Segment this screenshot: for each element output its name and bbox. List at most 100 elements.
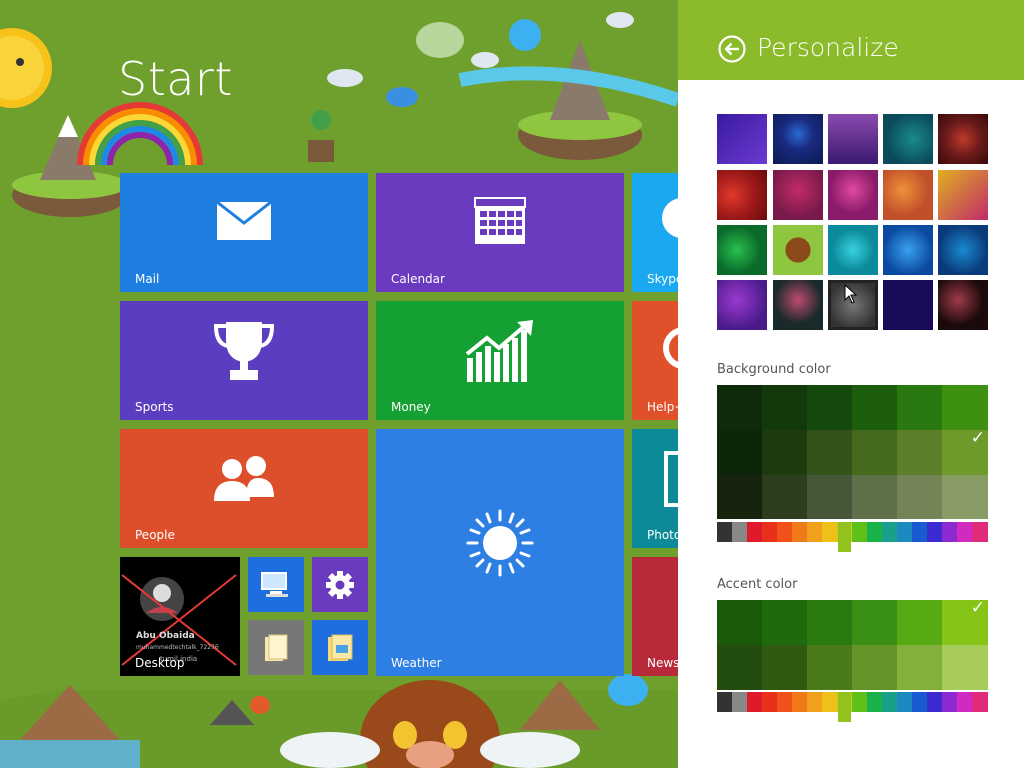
desktop-user-name: Abu Obaida bbox=[136, 631, 195, 641]
tile-label-news: News bbox=[647, 656, 678, 670]
tile-people[interactable]: People bbox=[120, 429, 368, 548]
color-swatch-selected[interactable]: ✓ bbox=[942, 598, 988, 645]
back-arrow-icon[interactable] bbox=[718, 35, 746, 63]
color-swatch[interactable] bbox=[807, 475, 853, 519]
pattern-thumbnail[interactable] bbox=[938, 114, 988, 164]
pattern-thumbnail[interactable] bbox=[828, 114, 878, 164]
color-swatch[interactable] bbox=[717, 645, 763, 690]
color-swatch[interactable] bbox=[762, 475, 808, 519]
sun-icon bbox=[466, 509, 534, 576]
color-swatch[interactable] bbox=[942, 385, 988, 430]
color-swatch[interactable] bbox=[762, 600, 808, 645]
color-swatch[interactable] bbox=[807, 600, 853, 645]
tile-settings[interactable] bbox=[312, 557, 368, 612]
tile-label-sports: Sports bbox=[135, 400, 174, 414]
tile-label-skype: Skype bbox=[647, 272, 678, 286]
color-swatch[interactable] bbox=[762, 385, 808, 430]
color-swatch[interactable] bbox=[897, 475, 943, 519]
photo-icon bbox=[664, 451, 678, 507]
color-swatch[interactable] bbox=[807, 645, 853, 690]
tile-label-money: Money bbox=[391, 400, 431, 414]
accent-hue-slider[interactable] bbox=[717, 692, 988, 712]
panel-header: Personalize bbox=[678, 0, 1024, 80]
desktop-user-subtitle: muhammedtechtalk_72276 bbox=[136, 644, 219, 651]
pattern-thumbnail[interactable] bbox=[883, 225, 933, 275]
tile-photos[interactable]: Photos bbox=[632, 429, 678, 548]
tile-label-weather: Weather bbox=[391, 656, 442, 670]
tile-label-photos: Photos bbox=[647, 528, 678, 542]
tile-skype[interactable]: Skype bbox=[632, 173, 678, 292]
color-swatch-selected[interactable]: ✓ bbox=[942, 428, 988, 475]
tile-documents[interactable] bbox=[248, 620, 304, 675]
color-swatch[interactable] bbox=[717, 385, 763, 430]
accent-color-label: Accent color bbox=[717, 577, 798, 592]
pattern-thumbnail[interactable] bbox=[883, 280, 933, 330]
people-icon bbox=[214, 455, 274, 501]
background-hue-slider[interactable] bbox=[717, 522, 988, 542]
color-swatch[interactable] bbox=[807, 385, 853, 430]
start-screen: Start Mail Calendar Skype bbox=[0, 0, 678, 768]
pattern-thumbnail[interactable] bbox=[773, 170, 823, 220]
color-swatch[interactable] bbox=[717, 600, 763, 645]
tile-label-desktop: Desktop bbox=[135, 656, 185, 670]
tile-help[interactable]: Help+ bbox=[632, 301, 678, 420]
tile-desktop[interactable]: Abu Obaida muhammedtechtalk_72276 tumil … bbox=[120, 557, 240, 676]
tile-mail[interactable]: Mail bbox=[120, 173, 368, 292]
tile-news[interactable]: News bbox=[632, 557, 678, 676]
pattern-thumbnail[interactable] bbox=[773, 280, 823, 330]
color-swatch[interactable] bbox=[897, 645, 943, 690]
background-color-label: Background color bbox=[717, 362, 831, 377]
chart-icon bbox=[465, 319, 533, 382]
pattern-thumbnail[interactable] bbox=[938, 225, 988, 275]
tile-file-explorer[interactable] bbox=[312, 620, 368, 675]
color-swatch[interactable] bbox=[807, 430, 853, 475]
color-swatch[interactable] bbox=[852, 645, 898, 690]
color-swatch[interactable] bbox=[852, 475, 898, 519]
color-swatch[interactable] bbox=[852, 385, 898, 430]
pattern-thumbnail[interactable] bbox=[938, 170, 988, 220]
checkmark-icon: ✓ bbox=[970, 428, 985, 448]
calendar-icon bbox=[474, 196, 526, 244]
start-title: Start bbox=[118, 52, 233, 106]
color-swatch[interactable] bbox=[762, 430, 808, 475]
pattern-thumbnail[interactable] bbox=[717, 225, 767, 275]
tile-weather[interactable]: Weather bbox=[376, 429, 624, 676]
tile-label-people: People bbox=[135, 528, 175, 542]
mouse-cursor-icon bbox=[844, 284, 858, 304]
pattern-thumbnail[interactable] bbox=[938, 280, 988, 330]
pattern-thumbnail[interactable] bbox=[828, 225, 878, 275]
tile-this-pc[interactable] bbox=[248, 557, 304, 612]
pattern-thumbnail[interactable] bbox=[828, 170, 878, 220]
panel-title: Personalize bbox=[757, 33, 899, 62]
help-icon bbox=[663, 327, 678, 369]
skype-icon bbox=[662, 198, 678, 238]
pattern-thumbnail[interactable] bbox=[717, 280, 767, 330]
color-swatch[interactable] bbox=[852, 430, 898, 475]
mail-icon bbox=[216, 200, 272, 240]
pattern-thumbnail[interactable] bbox=[717, 114, 767, 164]
trophy-icon bbox=[213, 321, 275, 380]
gear-icon bbox=[326, 570, 354, 599]
color-swatch[interactable] bbox=[897, 600, 943, 645]
color-swatch[interactable] bbox=[897, 430, 943, 475]
color-swatch[interactable] bbox=[717, 430, 763, 475]
color-swatch[interactable] bbox=[762, 645, 808, 690]
pattern-thumbnail[interactable] bbox=[773, 225, 823, 275]
accent-hue-thumb[interactable] bbox=[838, 692, 851, 722]
file-explorer-icon bbox=[328, 634, 353, 661]
color-swatch[interactable] bbox=[942, 475, 988, 519]
tile-calendar[interactable]: Calendar bbox=[376, 173, 624, 292]
pattern-thumbnail[interactable] bbox=[883, 114, 933, 164]
color-swatch[interactable] bbox=[942, 645, 988, 690]
checkmark-icon: ✓ bbox=[970, 598, 985, 618]
tile-money[interactable]: Money bbox=[376, 301, 624, 420]
pattern-thumbnail[interactable] bbox=[717, 170, 767, 220]
color-swatch[interactable] bbox=[897, 385, 943, 430]
color-swatch[interactable] bbox=[852, 600, 898, 645]
color-swatch[interactable] bbox=[717, 475, 763, 519]
pattern-thumbnail[interactable] bbox=[773, 114, 823, 164]
background-hue-thumb[interactable] bbox=[838, 522, 851, 552]
personalize-panel: Personalize Background color ✓ Accent co… bbox=[678, 0, 1024, 768]
tile-sports[interactable]: Sports bbox=[120, 301, 368, 420]
pattern-thumbnail[interactable] bbox=[883, 170, 933, 220]
